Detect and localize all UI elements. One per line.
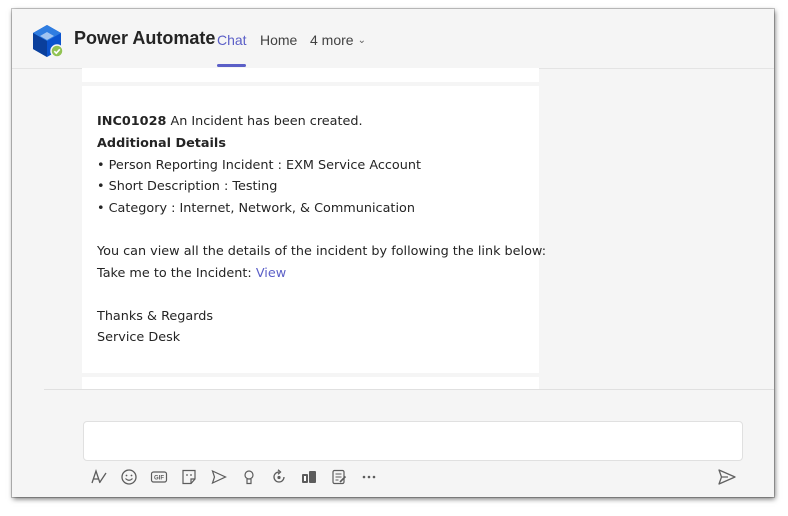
message-compose-box[interactable] — [83, 421, 743, 461]
take-me-line: Take me to the Incident: View — [97, 266, 286, 281]
incident-message-card: INC01028 An Incident has been created. A… — [82, 86, 546, 373]
incident-line: INC01028 An Incident has been created. — [97, 114, 363, 129]
emoji-icon[interactable] — [118, 466, 140, 488]
app-name: Power Automate — [74, 28, 216, 48]
tab-more-label: 4 more — [310, 32, 354, 48]
tab-more[interactable]: 4 more ⌄ — [310, 32, 366, 48]
bullet-category: • Category : Internet, Network, & Commun… — [97, 201, 415, 216]
app-icon[interactable] — [298, 466, 320, 488]
view-info-text: You can view all the details of the inci… — [97, 244, 547, 259]
take-me-text: Take me to the Incident: — [97, 266, 256, 281]
closing-text: Thanks & Regards — [97, 309, 214, 324]
loop-icon[interactable] — [268, 466, 290, 488]
compose-divider — [44, 389, 774, 390]
signature-text: Service Desk — [97, 330, 181, 345]
chevron-down-icon: ⌄ — [357, 34, 366, 46]
bullet-short-description: • Short Description : Testing — [97, 179, 278, 194]
incident-id: INC01028 — [97, 114, 167, 129]
details-heading: Additional Details — [97, 136, 226, 151]
previous-message-card — [82, 68, 539, 82]
app-header: Power Automate Chat Home 4 more ⌄ — [12, 9, 774, 69]
active-tab-indicator — [217, 64, 246, 67]
sticker-icon[interactable] — [178, 466, 200, 488]
tab-chat[interactable]: Chat — [217, 32, 247, 48]
next-message-card — [82, 377, 539, 389]
praise-icon[interactable] — [238, 466, 260, 488]
gif-icon[interactable]: GIF — [148, 466, 170, 488]
schedule-meeting-icon[interactable] — [208, 466, 230, 488]
bullet-person-reporting: • Person Reporting Incident : EXM Servic… — [97, 158, 422, 173]
format-icon[interactable] — [88, 466, 110, 488]
incident-text: An Incident has been created. — [166, 114, 363, 129]
more-options-icon[interactable] — [358, 466, 380, 488]
view-link[interactable]: View — [256, 266, 286, 281]
send-icon[interactable] — [715, 466, 739, 488]
power-automate-logo-icon — [33, 25, 64, 58]
approvals-icon[interactable] — [328, 466, 350, 488]
tab-home[interactable]: Home — [260, 32, 297, 48]
svg-text:GIF: GIF — [154, 476, 164, 482]
teams-window: Power Automate Chat Home 4 more ⌄ INC010… — [12, 9, 774, 497]
